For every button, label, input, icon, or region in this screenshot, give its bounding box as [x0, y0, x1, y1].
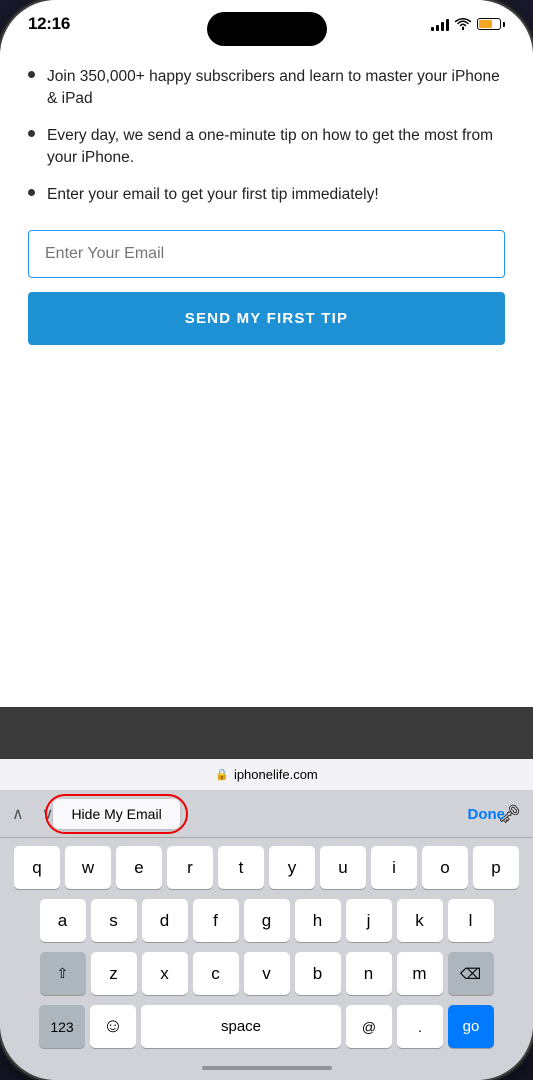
at-key[interactable]: @: [346, 1005, 392, 1048]
phone-screen: 12:16: [0, 0, 533, 1080]
key-y[interactable]: y: [269, 846, 315, 889]
home-indicator: [202, 1066, 332, 1070]
status-icons: [431, 18, 505, 31]
key-s[interactable]: s: [91, 899, 137, 942]
email-input[interactable]: [28, 230, 505, 278]
emoji-key[interactable]: ☺: [90, 1005, 136, 1048]
bullet-item-3: Enter your email to get your first tip i…: [28, 184, 505, 206]
key-g[interactable]: g: [244, 899, 290, 942]
key-a[interactable]: a: [40, 899, 86, 942]
bullet-dot-3: [28, 189, 35, 196]
keyboard: q w e r t y u i o p a s d f g h j k: [0, 838, 533, 1062]
suggestion-row: Hide My Email 🗝 Done: [53, 799, 521, 829]
web-content: Join 350,000+ happy subscribers and lear…: [0, 42, 533, 707]
bottom-bar: [0, 1062, 533, 1080]
bullet-item-2: Every day, we send a one-minute tip on h…: [28, 125, 505, 170]
key-t[interactable]: t: [218, 846, 264, 889]
send-tip-button[interactable]: SEND MY FIRST TIP: [28, 292, 505, 345]
key-w[interactable]: w: [65, 846, 111, 889]
hide-my-email-button[interactable]: Hide My Email: [53, 799, 179, 829]
key-m[interactable]: m: [397, 952, 443, 995]
bullet-item-1: Join 350,000+ happy subscribers and lear…: [28, 66, 505, 111]
key-k[interactable]: k: [397, 899, 443, 942]
dynamic-island: [207, 12, 327, 46]
key-v[interactable]: v: [244, 952, 290, 995]
key-h[interactable]: h: [295, 899, 341, 942]
key-i[interactable]: i: [371, 846, 417, 889]
phone-frame: 12:16: [0, 0, 533, 1080]
key-l[interactable]: l: [448, 899, 494, 942]
dark-overlay: [0, 707, 533, 759]
keyboard-row-1: q w e r t y u i o p: [4, 846, 529, 889]
dot-key[interactable]: .: [397, 1005, 443, 1048]
key-e[interactable]: e: [116, 846, 162, 889]
browser-url: 🔒 iphonelife.com: [215, 767, 318, 782]
url-text: iphonelife.com: [234, 767, 318, 782]
key-u[interactable]: u: [320, 846, 366, 889]
status-time: 12:16: [28, 14, 70, 34]
key-p[interactable]: p: [473, 846, 519, 889]
signal-bars-icon: [431, 18, 449, 31]
keyboard-row-2: a s d f g h j k l: [4, 899, 529, 942]
keyboard-row-4: 123 ☺ space @ . go: [4, 1005, 529, 1048]
key-z[interactable]: z: [91, 952, 137, 995]
suggestion-bar: ∧ ∨ Hide My Email 🗝 Done: [0, 791, 533, 838]
keyboard-row-3: ⇧ z x c v b n m ⌫: [4, 952, 529, 995]
bullet-dot-2: [28, 130, 35, 137]
key-d[interactable]: d: [142, 899, 188, 942]
wifi-icon: [455, 18, 471, 30]
go-key[interactable]: go: [448, 1005, 494, 1048]
key-r[interactable]: r: [167, 846, 213, 889]
bullet-dot-1: [28, 71, 35, 78]
key-x[interactable]: x: [142, 952, 188, 995]
key-j[interactable]: j: [346, 899, 392, 942]
space-key[interactable]: space: [141, 1005, 341, 1048]
key-o[interactable]: o: [422, 846, 468, 889]
key-c[interactable]: c: [193, 952, 239, 995]
nav-prev-button[interactable]: ∧: [12, 804, 24, 824]
backspace-key[interactable]: ⌫: [448, 952, 494, 995]
battery-icon: [477, 18, 505, 30]
done-button[interactable]: Done: [468, 806, 506, 823]
status-bar: 12:16: [0, 0, 533, 42]
key-f[interactable]: f: [193, 899, 239, 942]
bullet-list: Join 350,000+ happy subscribers and lear…: [28, 66, 505, 206]
key-b[interactable]: b: [295, 952, 341, 995]
sym-key[interactable]: 123: [39, 1005, 85, 1048]
browser-toolbar: 🔒 iphonelife.com: [0, 759, 533, 791]
shift-key[interactable]: ⇧: [40, 952, 86, 995]
key-n[interactable]: n: [346, 952, 392, 995]
lock-icon: 🔒: [215, 768, 229, 781]
key-q[interactable]: q: [14, 846, 60, 889]
